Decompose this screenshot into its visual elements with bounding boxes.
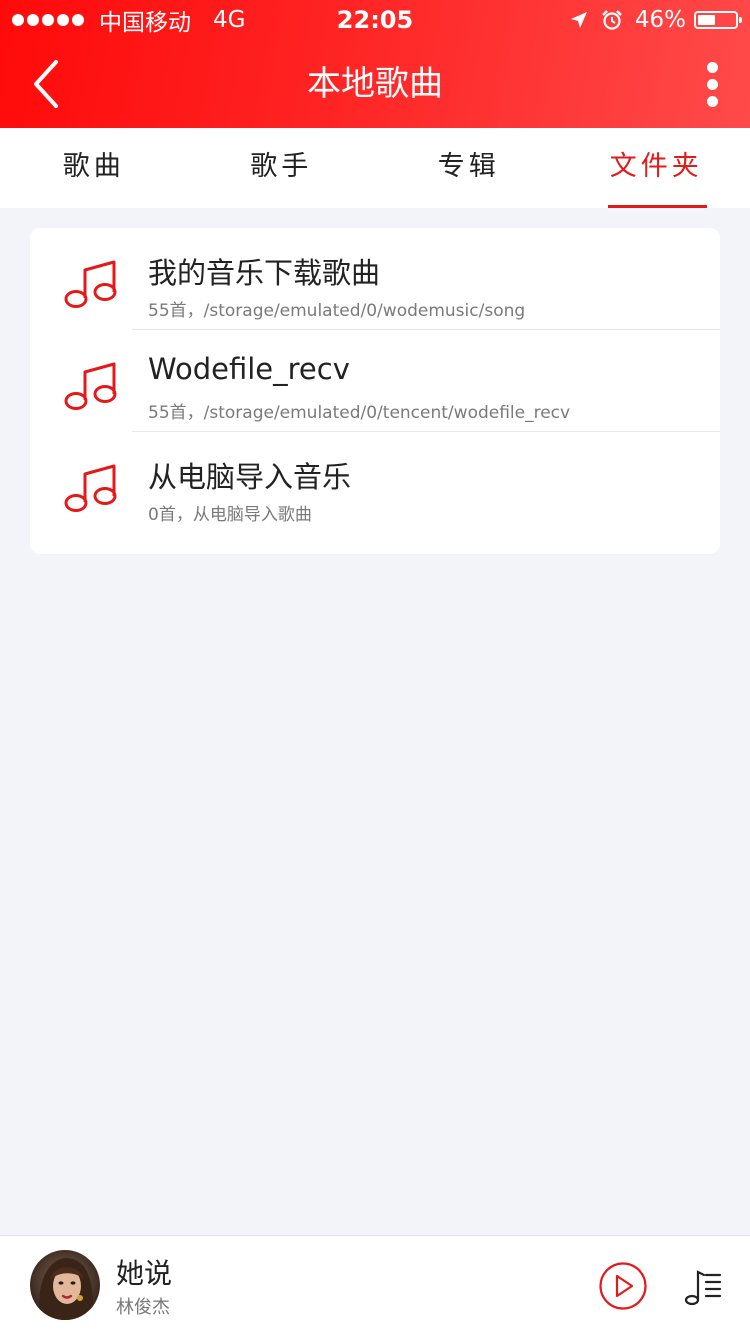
song-title: 她说	[116, 1257, 173, 1290]
play-button[interactable]	[598, 1261, 648, 1311]
folder-info: 55首，/storage/emulated/0/wodemusic/song	[148, 301, 526, 321]
status-bar: 中国移动 4G 22:05 46%	[0, 0, 750, 40]
song-artist: 林俊杰	[116, 1297, 170, 1318]
battery-percent: 46%	[634, 7, 686, 33]
app-header: 中国移动 4G 22:05 46% 本地歌曲	[0, 0, 750, 128]
playlist-button[interactable]	[678, 1266, 722, 1306]
status-left: 中国移动 4G	[12, 6, 246, 36]
tab-songs[interactable]: 歌曲	[0, 128, 188, 208]
album-cover	[30, 1250, 100, 1320]
playlist-icon	[684, 1270, 722, 1306]
more-vertical-icon	[706, 61, 718, 73]
status-right: 46%	[569, 6, 742, 34]
tab-albums[interactable]: 专辑	[375, 128, 563, 208]
music-note-icon	[64, 464, 117, 512]
more-button[interactable]	[692, 58, 732, 110]
tab-folders[interactable]: 文件夹	[563, 128, 750, 208]
folder-name: 从电脑导入音乐	[148, 460, 352, 494]
page-title: 本地歌曲	[307, 64, 443, 104]
folder-name: 我的音乐下载歌曲	[148, 256, 381, 290]
nav-bar: 本地歌曲	[0, 40, 750, 128]
folder-info: 55首，/storage/emulated/0/tencent/wodefile…	[148, 403, 571, 423]
folder-item[interactable]: Wodefile_recv 55首，/storage/emulated/0/te…	[30, 330, 720, 432]
folder-info: 0首，从电脑导入歌曲	[148, 505, 312, 525]
battery-icon	[694, 11, 742, 29]
avatar[interactable]	[30, 1250, 100, 1320]
play-circle-icon	[599, 1262, 647, 1310]
music-note-icon	[64, 362, 117, 410]
folder-item[interactable]: 从电脑导入音乐 0首，从电脑导入歌曲	[30, 432, 720, 534]
mini-player[interactable]: 她说 林俊杰	[0, 1235, 750, 1334]
location-arrow-icon	[570, 12, 587, 28]
chevron-left-icon	[34, 60, 58, 108]
folder-list: 我的音乐下载歌曲 55首，/storage/emulated/0/wodemus…	[30, 228, 720, 554]
music-note-icon	[64, 260, 117, 308]
back-button[interactable]	[20, 58, 72, 110]
tab-artists[interactable]: 歌手	[188, 128, 376, 208]
tab-bar: 歌曲 歌手 专辑 文件夹	[0, 128, 750, 208]
network-type: 4G	[213, 7, 246, 33]
carrier-name: 中国移动	[99, 10, 191, 36]
signal-dots-icon	[12, 14, 87, 26]
folder-item[interactable]: 我的音乐下载歌曲 55首，/storage/emulated/0/wodemus…	[30, 228, 720, 330]
alarm-icon	[601, 10, 622, 30]
folder-name: Wodefile_recv	[148, 352, 350, 386]
